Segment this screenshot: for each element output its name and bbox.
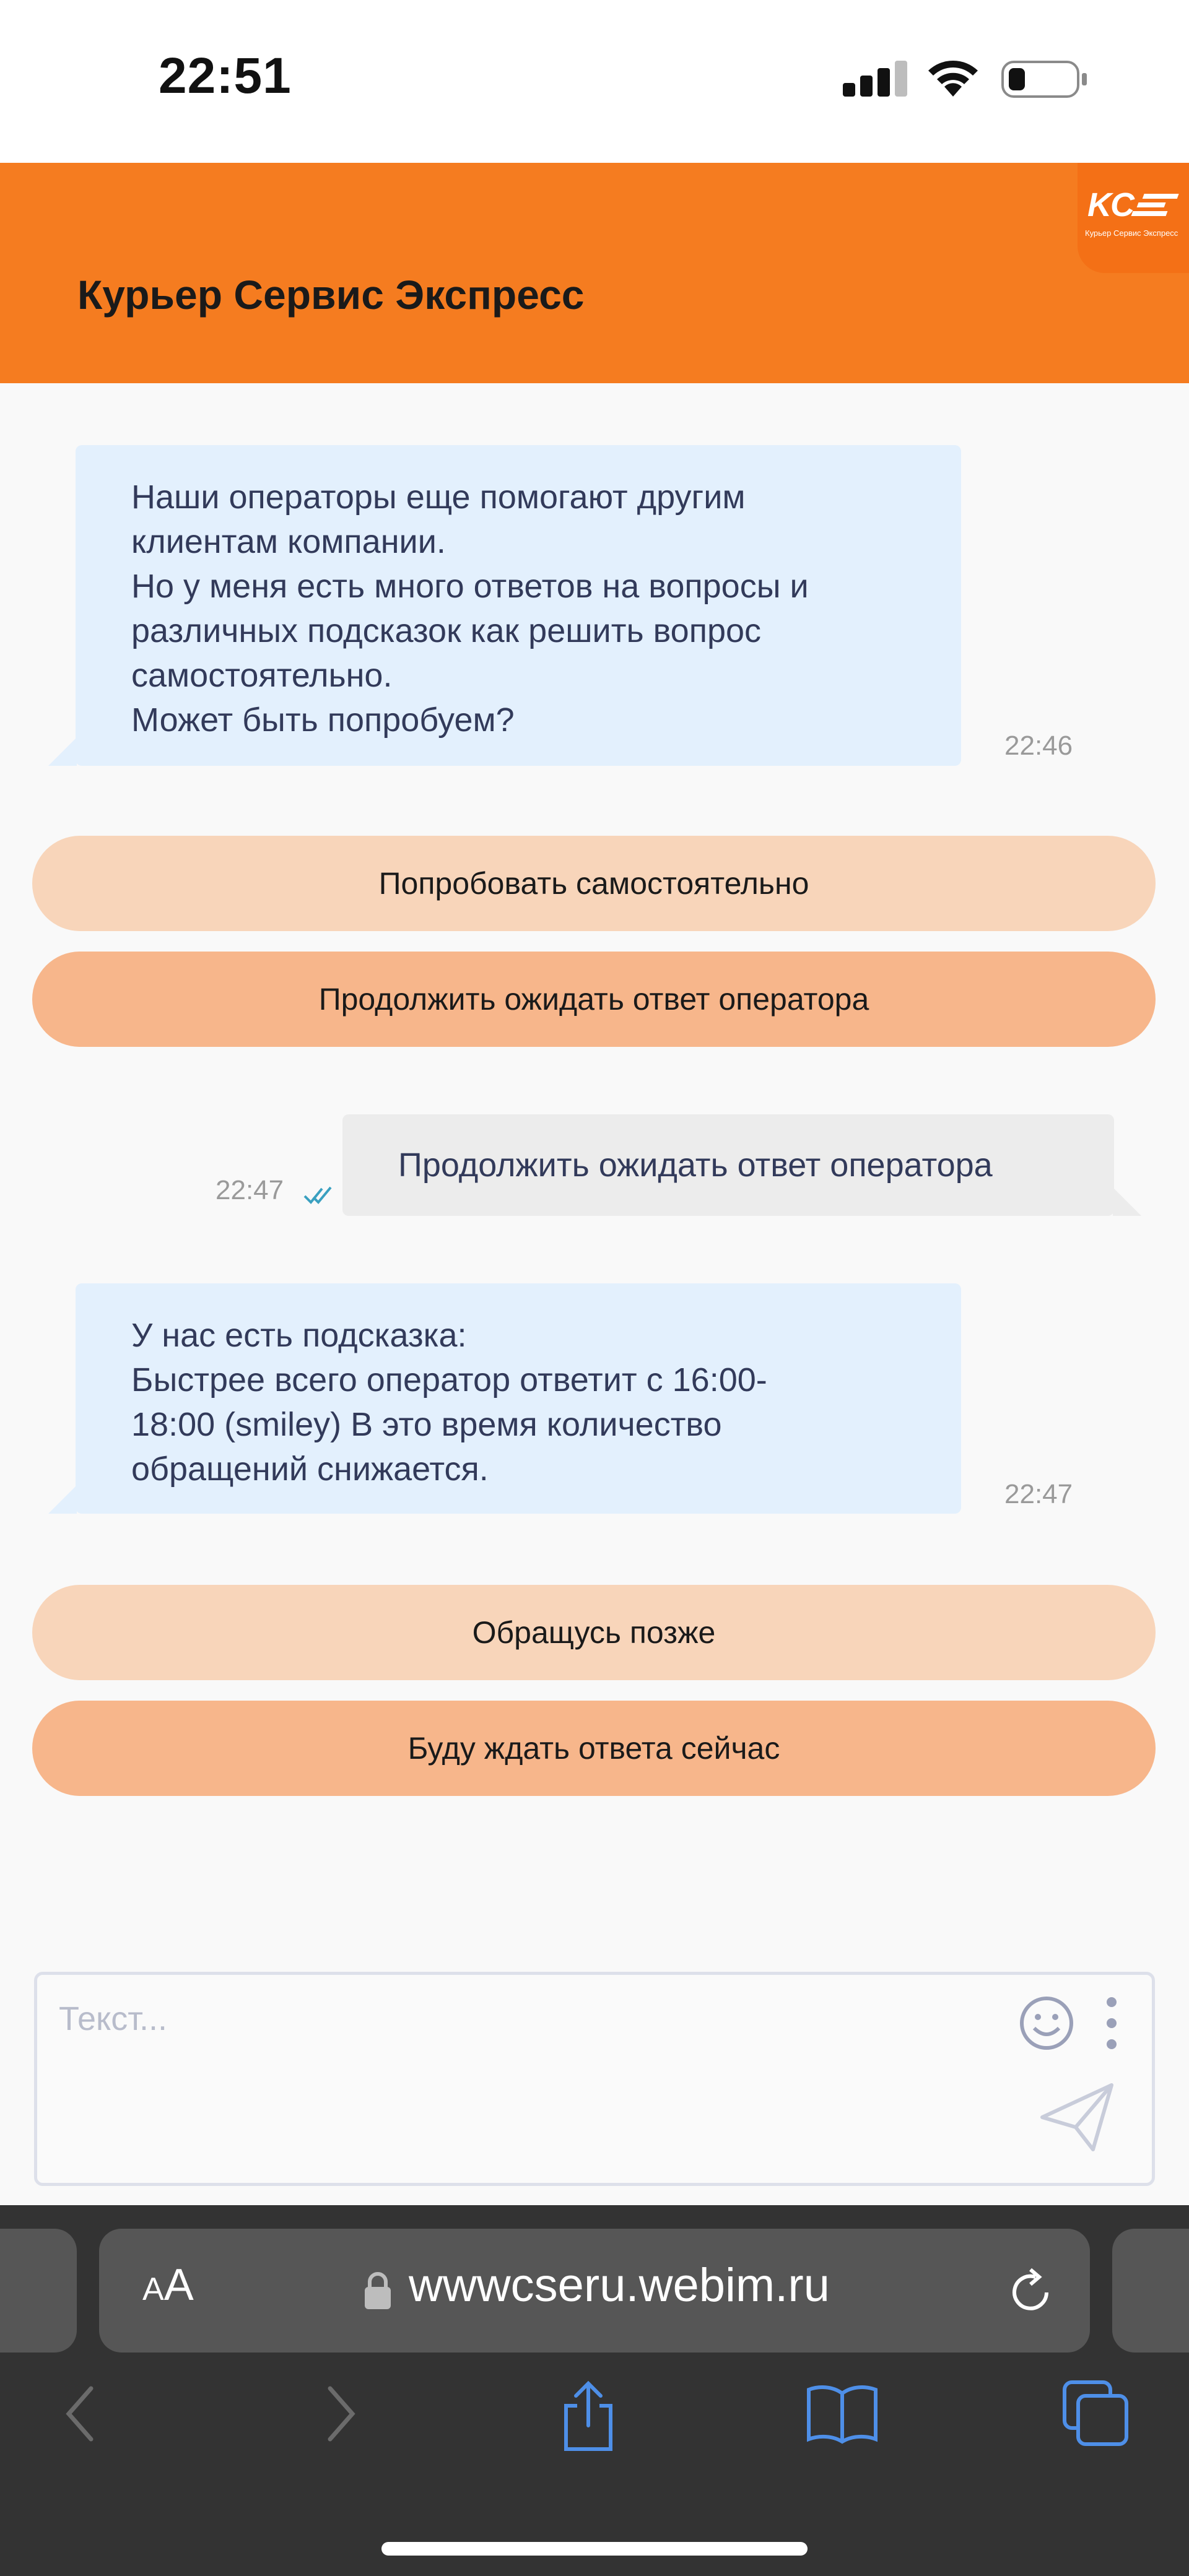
message-line: клиентам компании. [131, 523, 446, 560]
message-time: 22:46 [1004, 731, 1073, 761]
smiley-icon[interactable] [1016, 1992, 1078, 2054]
address-bar[interactable]: AA wwwcseru.webim.ru [99, 2229, 1090, 2353]
previous-tab-preview[interactable] [0, 2229, 77, 2353]
lock-icon [365, 2272, 391, 2309]
message-line: Продолжить ожидать ответ оператора [398, 1147, 993, 1184]
logo-subtitle: Курьер Сервис Экспресс [1085, 228, 1178, 238]
status-icons [843, 61, 1087, 98]
forward-icon[interactable] [319, 2380, 362, 2448]
bookmarks-icon[interactable] [805, 2380, 879, 2448]
back-icon[interactable] [59, 2380, 102, 2448]
message-line: У нас есть подсказка: [131, 1317, 467, 1354]
svg-text:KC: KC [1087, 186, 1135, 223]
message-line: различных подсказок как решить вопрос [131, 612, 762, 649]
incoming-message: Наши операторы еще помогают другим клиен… [48, 445, 961, 766]
status-bar: 22:51 [0, 0, 1189, 163]
message-input[interactable]: Текст... [59, 2000, 167, 2038]
browser-chrome: AA wwwcseru.webim.ru [0, 2205, 1189, 2576]
try-yourself-button[interactable]: Попробовать самостоятельно [32, 836, 1156, 931]
chat-area[interactable]: Наши операторы еще помогают другим клиен… [0, 383, 1189, 1969]
message-line: обращений снижается. [131, 1451, 489, 1488]
message-composer[interactable]: Текст... [34, 1972, 1155, 2186]
text-size-button[interactable]: AA [142, 2260, 194, 2310]
share-icon[interactable] [557, 2380, 619, 2454]
company-logo: KC Курьер Сервис Экспресс [1078, 163, 1189, 273]
company-title: Курьер Сервис Экспресс [77, 272, 585, 318]
double-check-icon [303, 1186, 332, 1204]
status-time: 22:51 [159, 48, 292, 104]
home-indicator[interactable] [381, 2542, 808, 2556]
incoming-message: У нас есть подсказка: Быстрее всего опер… [48, 1283, 961, 1514]
cellular-signal-icon [843, 61, 907, 97]
kce-logo-icon: KC [1087, 186, 1179, 223]
wifi-icon [928, 61, 978, 97]
message-time: 22:47 [216, 1175, 284, 1205]
url-text[interactable]: wwwcseru.webim.ru [409, 2258, 830, 2312]
message-line: самостоятельно. [131, 657, 393, 694]
message-line: Но у меня есть много ответов на вопросы … [131, 568, 809, 605]
battery-icon [1001, 61, 1087, 98]
keep-waiting-button[interactable]: Продолжить ожидать ответ оператора [32, 952, 1156, 1047]
chat-header: Курьер Сервис Экспресс KC Курьер Сервис … [0, 163, 1189, 383]
more-vertical-icon[interactable] [1102, 1993, 1121, 2055]
message-time: 22:47 [1004, 1479, 1073, 1509]
send-icon[interactable] [1037, 2080, 1118, 2154]
logo-mark: KC [1085, 186, 1184, 232]
reload-icon[interactable] [1003, 2265, 1059, 2320]
message-line: 18:00 (smiley) В это время количество [131, 1406, 722, 1443]
contact-later-button[interactable]: Обращусь позже [32, 1585, 1156, 1680]
message-line: Может быть попробуем? [131, 701, 515, 739]
outgoing-message: Продолжить ожидать ответ оператора [342, 1114, 1141, 1216]
message-line: Быстрее всего оператор ответит с 16:00- [131, 1361, 767, 1399]
next-tab-preview[interactable] [1112, 2229, 1189, 2353]
message-line: Наши операторы еще помогают другим [131, 479, 746, 516]
wait-now-button[interactable]: Буду ждать ответа сейчас [32, 1701, 1156, 1796]
tabs-icon[interactable] [1062, 2380, 1130, 2448]
